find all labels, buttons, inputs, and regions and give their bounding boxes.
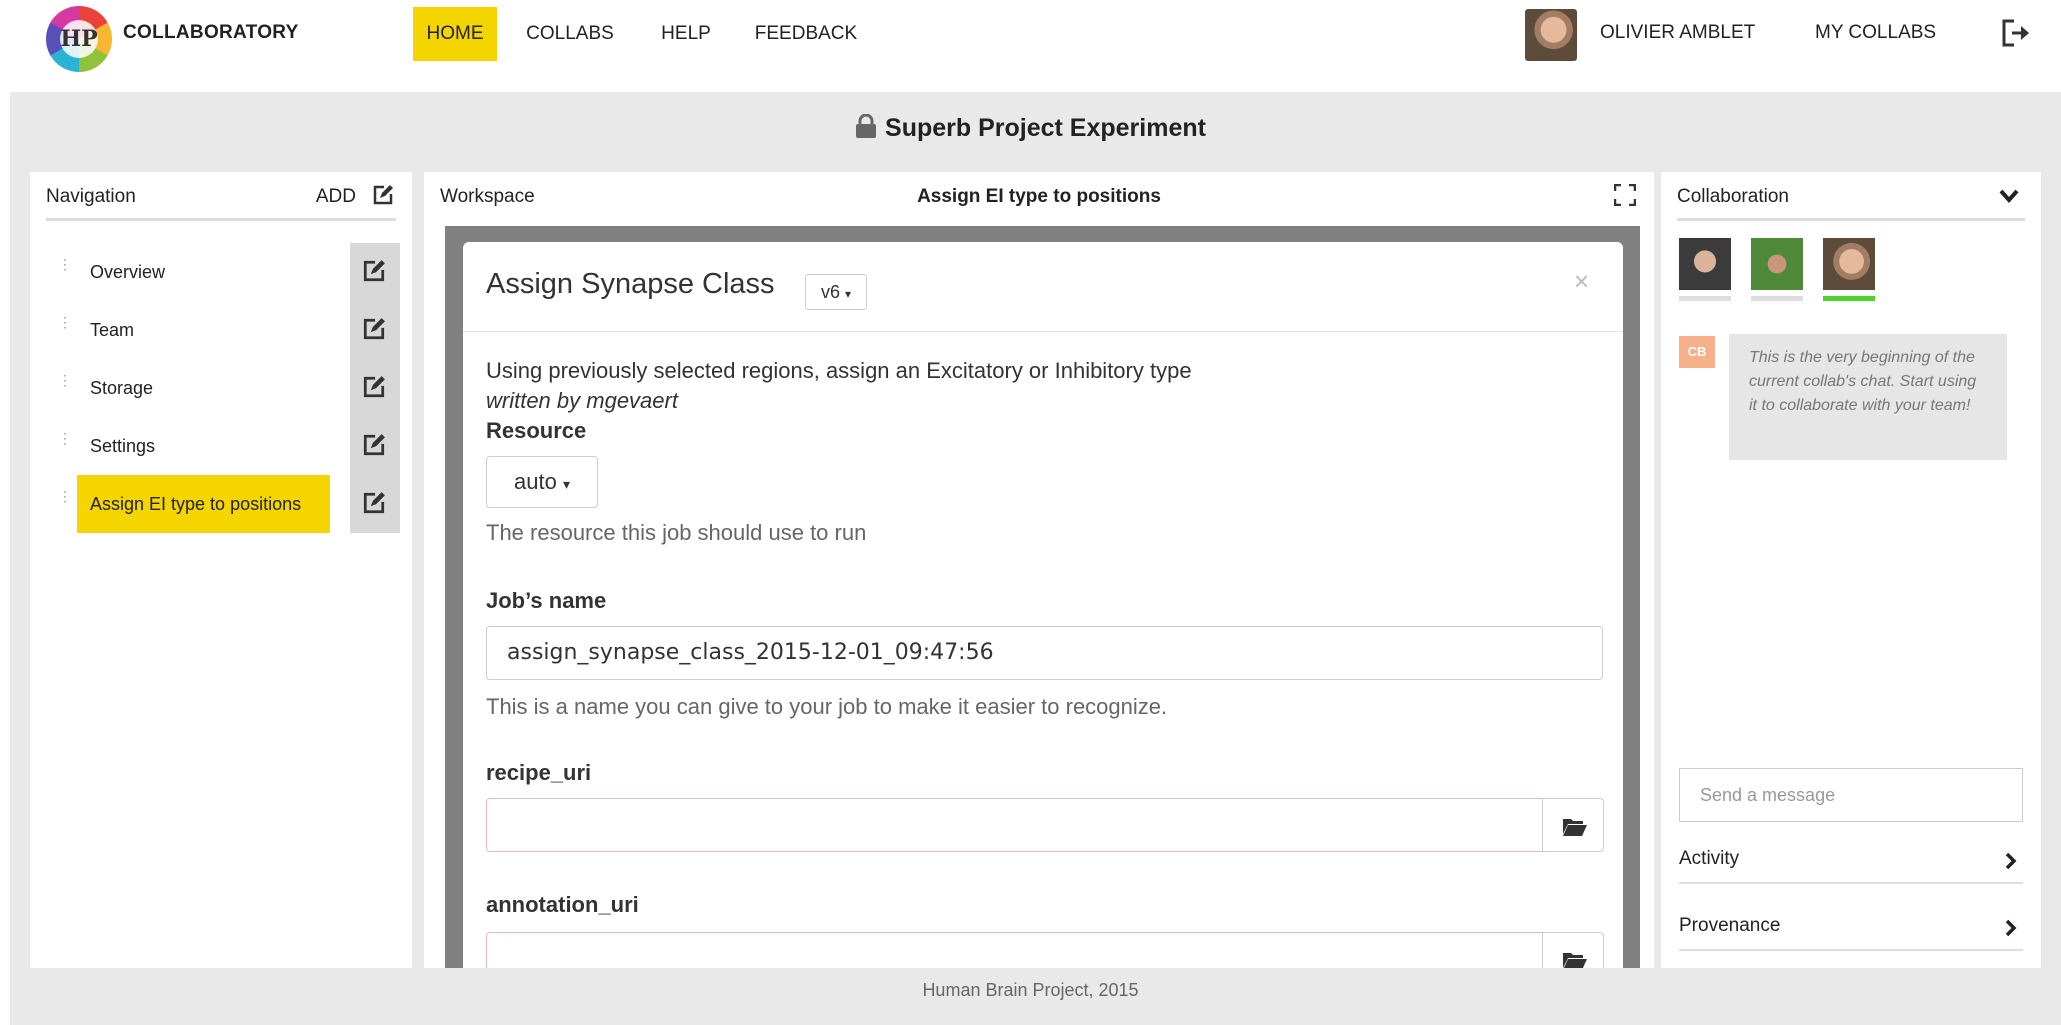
activity-label: Activity: [1679, 848, 1740, 869]
project-title: Superb Project Experiment: [10, 114, 2051, 143]
nav-item-overview[interactable]: ⋮ Overview: [46, 243, 406, 301]
job-name-help: This is a name you can give to your job …: [486, 694, 1168, 719]
avatar[interactable]: [1823, 238, 1875, 290]
provenance-label: Provenance: [1679, 915, 1781, 936]
edit-icon[interactable]: [362, 433, 386, 457]
logout-icon[interactable]: [2000, 18, 2034, 48]
nav-collabs[interactable]: COLLABS: [520, 7, 620, 61]
collaboration-panel: Collaboration CB This is the very beginn…: [1661, 172, 2041, 968]
job-description: Using previously selected regions, assig…: [486, 358, 1192, 383]
resource-value: auto: [514, 469, 557, 494]
top-bar: HP COLLABORATORY HOME COLLABS HELP FEEDB…: [0, 0, 2061, 92]
chevron-right-icon: [2005, 919, 2017, 937]
caret-down-icon: ▾: [562, 476, 570, 492]
nav-help[interactable]: HELP: [650, 7, 722, 61]
navigation-panel: Navigation ADD ⋮ Overview ⋮ Team ⋮ Stora…: [30, 172, 412, 968]
version-dropdown[interactable]: v6 ▾: [805, 274, 867, 310]
job-author: written by mgevaert: [486, 388, 678, 413]
resource-dropdown[interactable]: auto ▾: [486, 456, 598, 508]
nav-item-settings[interactable]: ⋮ Settings: [46, 417, 406, 475]
presence-indicator: [1679, 296, 1731, 301]
job-name-label: Job’s name: [486, 588, 607, 613]
recipe-browse-button[interactable]: [1542, 798, 1604, 852]
header-divider: [1677, 218, 2025, 221]
nav-item-label: Team: [90, 320, 135, 340]
workspace-title: Assign EI type to positions: [917, 186, 1161, 207]
nav-item-storage[interactable]: ⋮ Storage: [46, 359, 406, 417]
resource-label: Resource: [486, 418, 587, 443]
version-value: v6: [820, 282, 840, 302]
nav-item-label: Assign EI type to positions: [90, 494, 302, 514]
chevron-right-icon: [2005, 852, 2017, 870]
workspace-panel: Workspace Assign EI type to positions As…: [424, 172, 1654, 968]
navigation-header: Navigation ADD: [30, 172, 412, 221]
collaboration-title: Collaboration: [1677, 186, 1789, 207]
drag-handle-icon[interactable]: ⋮: [58, 373, 72, 395]
main-area: Superb Project Experiment Navigation ADD…: [10, 92, 2061, 1025]
job-name-input[interactable]: assign_synapse_class_2015-12-01_09:47:56: [486, 626, 1603, 680]
chat-author-badge: CB: [1679, 336, 1715, 368]
activity-section[interactable]: Activity: [1679, 834, 2023, 884]
navigation-title: Navigation: [46, 186, 136, 207]
brand-name[interactable]: COLLABORATORY: [123, 22, 299, 44]
nav-item-team[interactable]: ⋮ Team: [46, 301, 406, 359]
lock-icon: [856, 114, 877, 138]
user-name[interactable]: OLIVIER AMBLET: [1600, 22, 1755, 44]
project-title-text: Superb Project Experiment: [885, 114, 1206, 142]
hbp-logo[interactable]: HP: [46, 6, 112, 72]
drag-handle-icon[interactable]: ⋮: [58, 431, 72, 453]
nav-item-assign-ei[interactable]: ⋮ Assign EI type to positions: [46, 475, 406, 533]
my-collabs-link[interactable]: MY COLLABS: [1815, 22, 1936, 44]
annotation-uri-label: annotation_uri: [486, 892, 639, 917]
provenance-section[interactable]: Provenance: [1679, 901, 2023, 951]
fullscreen-icon[interactable]: [1614, 184, 1636, 206]
recipe-uri-label: recipe_uri: [486, 760, 592, 785]
edit-icon[interactable]: [362, 317, 386, 341]
edit-icon[interactable]: [362, 375, 386, 399]
chevron-down-icon[interactable]: [1999, 188, 2019, 204]
annotation-uri-input[interactable]: [486, 932, 1543, 968]
presence-indicator: [1751, 296, 1803, 301]
presence-indicator-online: [1823, 296, 1875, 301]
avatar[interactable]: [1751, 238, 1803, 290]
add-button[interactable]: ADD: [316, 186, 356, 208]
edit-icon[interactable]: [362, 491, 386, 515]
dialog-title: Assign Synapse Class: [486, 268, 775, 300]
user-avatar[interactable]: [1525, 9, 1577, 61]
nav-home[interactable]: HOME: [413, 7, 497, 61]
nav-item-label: Settings: [90, 436, 156, 456]
recipe-uri-input[interactable]: [486, 798, 1543, 852]
folder-open-icon: [1563, 953, 1587, 968]
app-frame: Assign Synapse Class v6 ▾ × Using previo…: [445, 226, 1640, 968]
edit-icon[interactable]: [372, 184, 394, 206]
close-icon[interactable]: ×: [1574, 266, 1589, 297]
header-divider: [46, 218, 396, 221]
footer-text: Human Brain Project, 2015: [922, 980, 1139, 1000]
folder-open-icon: [1563, 819, 1587, 836]
nav-feedback[interactable]: FEEDBACK: [748, 7, 864, 61]
nav-item-label: Storage: [90, 378, 154, 398]
navigation-list: ⋮ Overview ⋮ Team ⋮ Storage ⋮ Settings ⋮…: [46, 243, 406, 533]
message-input[interactable]: Send a message: [1679, 768, 2023, 822]
logo-text: HP: [60, 20, 98, 58]
edit-icon[interactable]: [362, 259, 386, 283]
caret-down-icon: ▾: [845, 287, 852, 301]
chat-message: This is the very beginning of the curren…: [1729, 334, 2007, 460]
collaboration-header: Collaboration: [1661, 172, 2041, 221]
annotation-browse-button[interactable]: [1542, 932, 1604, 968]
dialog-divider: [463, 331, 1623, 332]
avatar[interactable]: [1679, 238, 1731, 290]
drag-handle-icon[interactable]: ⋮: [58, 315, 72, 337]
resource-help: The resource this job should use to run: [486, 520, 867, 545]
drag-handle-icon[interactable]: ⋮: [58, 489, 72, 511]
nav-item-label: Overview: [90, 262, 166, 282]
job-dialog: Assign Synapse Class v6 ▾ × Using previo…: [463, 242, 1623, 968]
drag-handle-icon[interactable]: ⋮: [58, 257, 72, 279]
workspace-header: Workspace Assign EI type to positions: [424, 172, 1654, 217]
